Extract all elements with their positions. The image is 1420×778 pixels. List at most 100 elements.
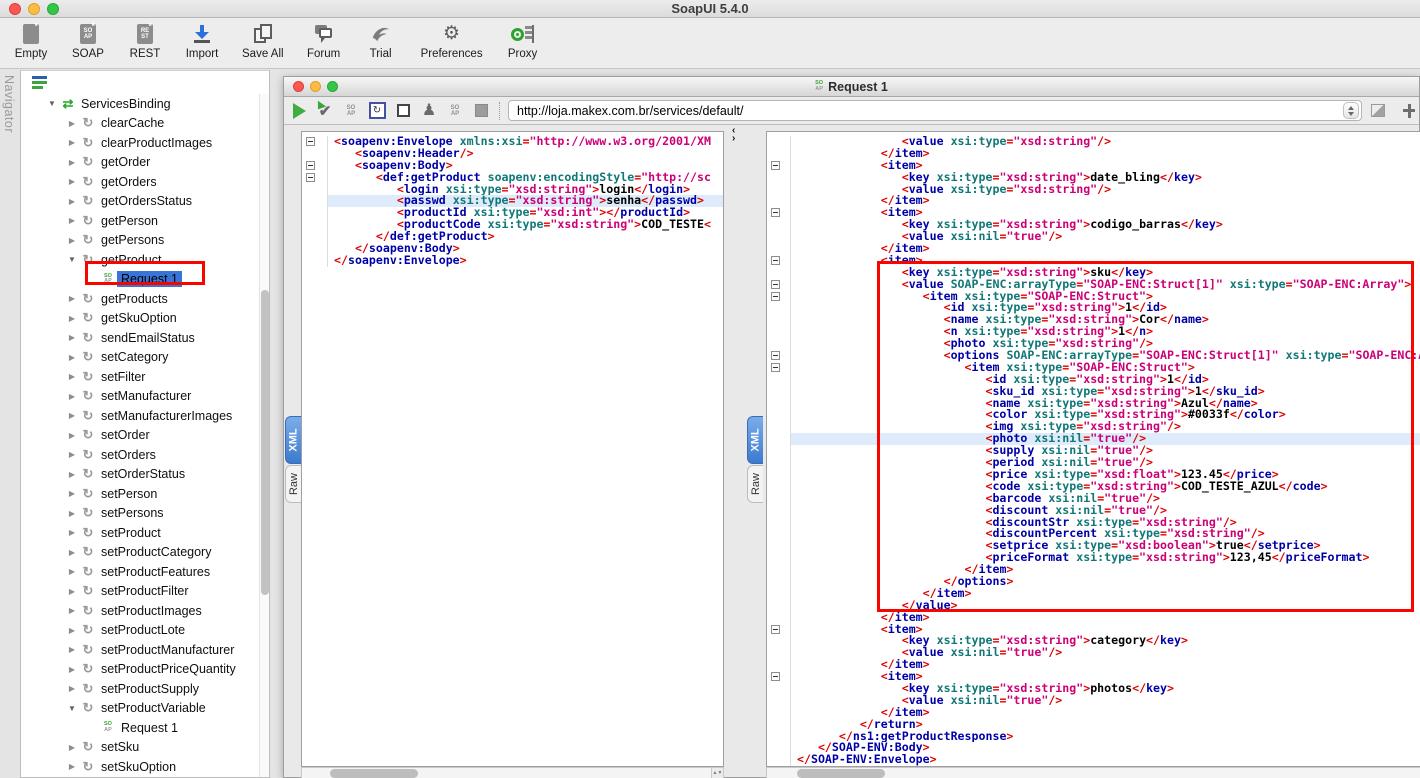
expander-closed-icon[interactable]: ▶ [65, 450, 79, 459]
tree-item-setproductlote[interactable]: ▶↻setProductLote [21, 621, 259, 641]
tree-item-setorderstatus[interactable]: ▶↻setOrderStatus [21, 465, 259, 485]
expander-closed-icon[interactable]: ▶ [65, 470, 79, 479]
tree-item-sendemailstatus[interactable]: ▶↻sendEmailStatus [21, 328, 259, 348]
edit-endpoint-icon[interactable] [1368, 101, 1388, 121]
expander-closed-icon[interactable]: ▶ [65, 236, 79, 245]
response-xml-editor[interactable]: <value xsi:type="xsd:string"/> </item> <… [766, 131, 1420, 767]
import-button[interactable]: Import [185, 22, 219, 60]
navigator-dock-label[interactable]: Navigator [2, 75, 16, 133]
tree-item-getorders[interactable]: ▶↻getOrders [21, 172, 259, 192]
expander-closed-icon[interactable]: ▶ [65, 606, 79, 615]
expander-open-icon[interactable]: ▼ [45, 99, 59, 108]
fold-marker-icon[interactable] [302, 136, 328, 148]
request-xml-editor[interactable]: <soapenv:Envelope xmlns:xsi="http://www.… [301, 131, 724, 767]
soap-button[interactable]: SO APSOAP [71, 22, 105, 60]
expander-closed-icon[interactable]: ▶ [65, 509, 79, 518]
endpoint-url-input[interactable] [508, 100, 1362, 121]
fold-marker-icon[interactable] [767, 362, 791, 374]
preferences-button[interactable]: ⚙Preferences [421, 22, 483, 60]
tree-item-setcategory[interactable]: ▶↻setCategory [21, 348, 259, 368]
request-editor-scroll-corner[interactable]: ▲▼ [711, 767, 724, 778]
tree-item-getorder[interactable]: ▶↻getOrder [21, 153, 259, 173]
expander-closed-icon[interactable]: ▶ [65, 333, 79, 342]
endpoint-stepper-icon[interactable] [1343, 102, 1359, 119]
save-all-button[interactable]: Save All [242, 22, 284, 60]
fold-marker-icon[interactable] [767, 350, 791, 362]
response-tab-raw[interactable]: Raw [747, 465, 763, 503]
expander-closed-icon[interactable]: ▶ [65, 489, 79, 498]
tree-item-setproduct[interactable]: ▶↻setProduct [21, 523, 259, 543]
tree-item-setskuoption[interactable]: ▶↻setSkuOption [21, 757, 259, 777]
tree-item-setmanufacturer[interactable]: ▶↻setManufacturer [21, 387, 259, 407]
tree-item-clearproductimages[interactable]: ▶↻clearProductImages [21, 133, 259, 153]
tree-item-getproduct[interactable]: ▼↻getProduct [21, 250, 259, 270]
rest-button[interactable]: RE STREST [128, 22, 162, 60]
navigator-scrollbar[interactable] [259, 94, 269, 777]
expander-open-icon[interactable]: ▼ [65, 255, 79, 264]
response-editor-hscrollbar[interactable] [766, 767, 1420, 778]
tree-item-setproductfeatures[interactable]: ▶↻setProductFeatures [21, 562, 259, 582]
tree-item-setorder[interactable]: ▶↻setOrder [21, 426, 259, 446]
add-to-testcase-icon[interactable]: ✔ [315, 101, 335, 121]
request-editor-hscrollbar[interactable] [301, 767, 724, 778]
expander-closed-icon[interactable]: ▶ [65, 626, 79, 635]
fold-marker-icon[interactable] [767, 671, 791, 683]
soap-headers-icon[interactable]: SOAP [445, 101, 465, 121]
expander-closed-icon[interactable]: ▶ [65, 645, 79, 654]
tree-item-setperson[interactable]: ▶↻setPerson [21, 484, 259, 504]
create-empty-request-icon[interactable] [393, 101, 413, 121]
fold-marker-icon[interactable] [767, 160, 791, 172]
tree-item-getperson[interactable]: ▶↻getPerson [21, 211, 259, 231]
expander-closed-icon[interactable]: ▶ [65, 372, 79, 381]
fold-marker-icon[interactable] [767, 207, 791, 219]
tree-item-setmanufacturerimages[interactable]: ▶↻setManufacturerImages [21, 406, 259, 426]
tree-item-getordersstatus[interactable]: ▶↻getOrdersStatus [21, 192, 259, 212]
expander-closed-icon[interactable]: ▶ [65, 314, 79, 323]
recreate-request-icon[interactable]: ↻ [367, 101, 387, 121]
tree-item-setproductfilter[interactable]: ▶↻setProductFilter [21, 582, 259, 602]
response-tab-xml[interactable]: XML [747, 416, 763, 464]
navigator-scrollbar-thumb[interactable] [261, 290, 269, 595]
tree-item-getproducts[interactable]: ▶↻getProducts [21, 289, 259, 309]
expander-closed-icon[interactable]: ▶ [65, 138, 79, 147]
navigator-options-icon[interactable] [32, 76, 47, 89]
add-endpoint-icon[interactable] [1394, 101, 1414, 121]
expander-closed-icon[interactable]: ▶ [65, 684, 79, 693]
tree-item-setfilter[interactable]: ▶↻setFilter [21, 367, 259, 387]
fold-marker-icon[interactable] [767, 291, 791, 303]
expander-closed-icon[interactable]: ▶ [65, 567, 79, 576]
submit-request-icon[interactable] [289, 101, 309, 121]
expander-closed-icon[interactable]: ▶ [65, 528, 79, 537]
expander-closed-icon[interactable]: ▶ [65, 548, 79, 557]
splitter-collapse-icon[interactable]: ‹› [732, 127, 735, 143]
expander-closed-icon[interactable]: ▶ [65, 587, 79, 596]
tree-item-setproductcategory[interactable]: ▶↻setProductCategory [21, 543, 259, 563]
request-tab-raw[interactable]: Raw [285, 465, 301, 503]
request-tab-xml[interactable]: XML [285, 416, 301, 464]
expander-closed-icon[interactable]: ▶ [65, 197, 79, 206]
tree-item-getskuoption[interactable]: ▶↻getSkuOption [21, 309, 259, 329]
proxy-button[interactable]: Proxy [506, 22, 540, 60]
fold-marker-icon[interactable] [302, 160, 328, 172]
expander-closed-icon[interactable]: ▶ [65, 353, 79, 362]
tree-item-request-1[interactable]: SOAPRequest 1 [21, 270, 259, 290]
response-hscrollbar-thumb[interactable] [797, 769, 885, 778]
tree-item-setproductsupply[interactable]: ▶↻setProductSupply [21, 679, 259, 699]
expander-closed-icon[interactable]: ▶ [65, 665, 79, 674]
empty-button[interactable]: Empty [14, 22, 48, 60]
tree-item-setsku[interactable]: ▶↻setSku [21, 738, 259, 758]
tree-item-setproductvariable[interactable]: ▼↻setProductVariable [21, 699, 259, 719]
tree-item-clearcache[interactable]: ▶↻clearCache [21, 114, 259, 134]
expander-closed-icon[interactable]: ▶ [65, 762, 79, 771]
tree-item-getpersons[interactable]: ▶↻getPersons [21, 231, 259, 251]
fold-marker-icon[interactable] [767, 624, 791, 636]
expander-closed-icon[interactable]: ▶ [65, 294, 79, 303]
tree-item-setproductmanufacturer[interactable]: ▶↻setProductManufacturer [21, 640, 259, 660]
expander-closed-icon[interactable]: ▶ [65, 411, 79, 420]
expander-closed-icon[interactable]: ▶ [65, 743, 79, 752]
tree-item-setorders[interactable]: ▶↻setOrders [21, 445, 259, 465]
tree-item-setpersons[interactable]: ▶↻setPersons [21, 504, 259, 524]
fold-marker-icon[interactable] [767, 279, 791, 291]
trial-button[interactable]: Trial [364, 22, 398, 60]
tree-item-updateorder[interactable]: ▶↻updateOrder [21, 777, 259, 778]
